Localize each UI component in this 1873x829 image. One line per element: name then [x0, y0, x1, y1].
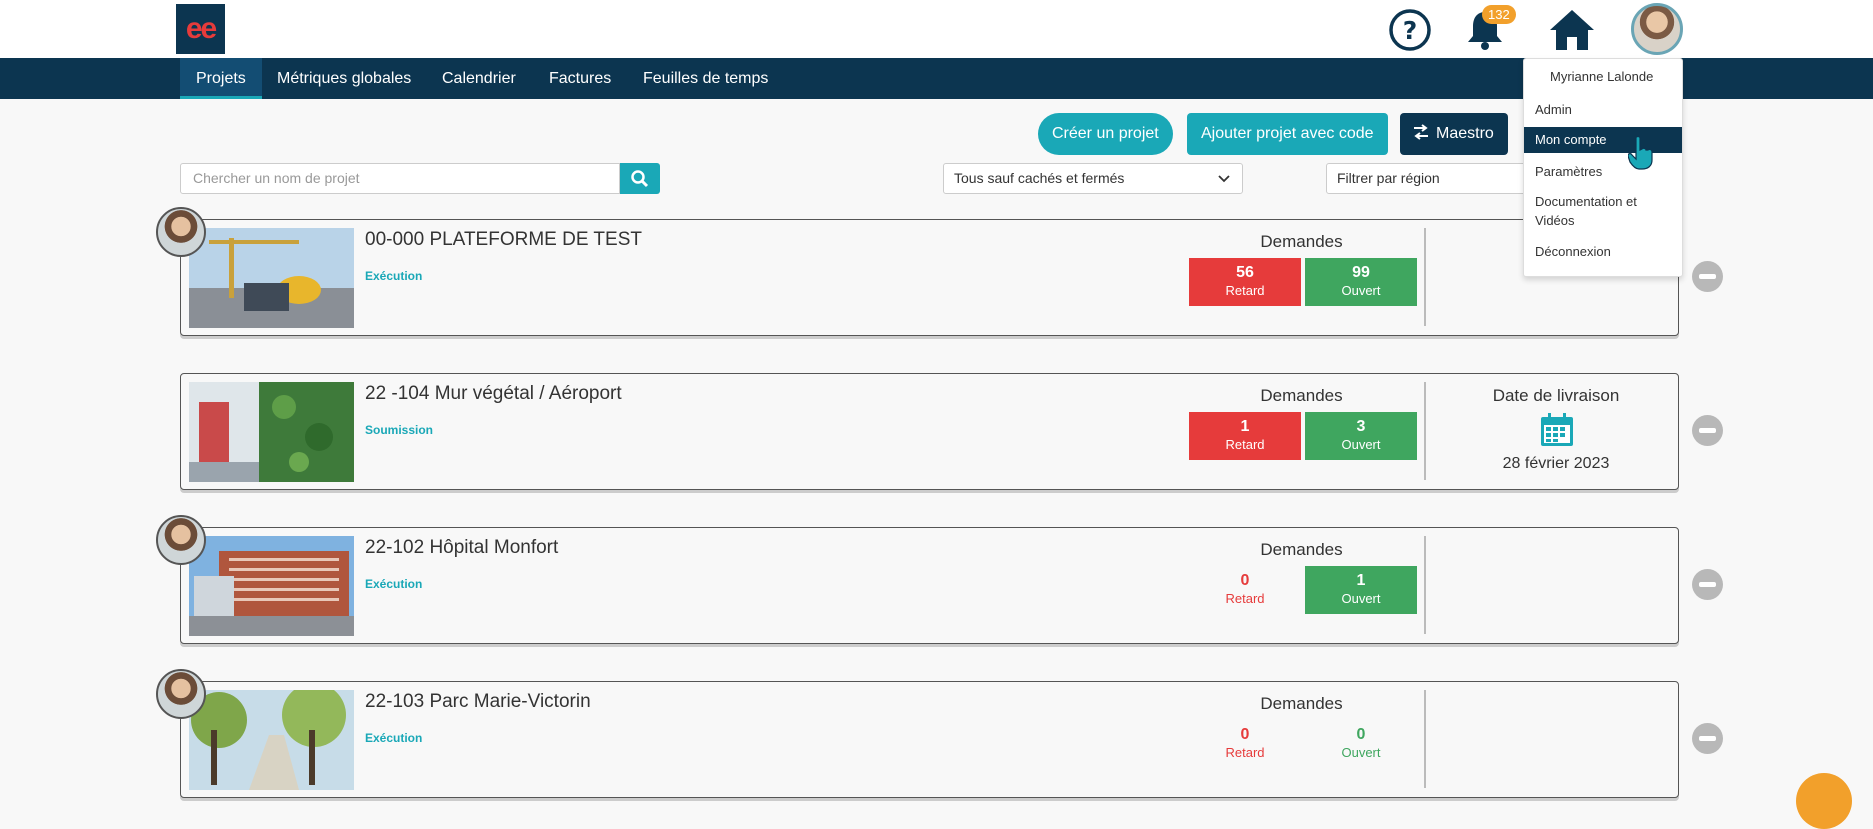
hand-cursor-icon	[1628, 136, 1653, 170]
create-project-button[interactable]: Créer un projet	[1038, 113, 1173, 155]
help-icon[interactable]: ?	[1386, 6, 1434, 54]
support-chat-button[interactable]	[1796, 773, 1852, 829]
chevron-down-icon	[1218, 175, 1230, 183]
project-phase: Exécution	[365, 731, 423, 745]
retard-counter[interactable]: 1 Retard	[1189, 412, 1301, 460]
ouvert-label: Ouvert	[1341, 745, 1381, 760]
status-filter-select[interactable]: Tous sauf cachés et fermés	[943, 163, 1243, 194]
region-filter-value: Filtrer par région	[1337, 170, 1440, 186]
retard-count: 1	[1240, 418, 1250, 435]
menu-item-mon-compte[interactable]: Mon compte	[1524, 127, 1682, 153]
ouvert-count: 0	[1356, 726, 1366, 743]
maestro-button[interactable]: Maestro	[1400, 113, 1508, 155]
project-manager-avatar	[156, 207, 206, 257]
menu-item-videos[interactable]: Vidéos	[1524, 211, 1682, 230]
project-thumbnail	[189, 382, 354, 482]
remove-project-button[interactable]	[1692, 415, 1723, 446]
ouvert-label: Ouvert	[1341, 437, 1381, 452]
retard-count: 0	[1240, 726, 1250, 743]
card-divider	[1424, 536, 1426, 634]
project-card[interactable]: 22 -104 Mur végétal / Aéroport Soumissio…	[180, 373, 1679, 490]
project-title[interactable]: 22 -104 Mur végétal / Aéroport	[365, 383, 622, 405]
project-card[interactable]: 22-102 Hôpital Monfort Exécution Demande…	[180, 527, 1679, 644]
swap-icon	[1414, 124, 1428, 140]
demandes-label: Demandes	[1260, 694, 1343, 713]
delivery-date: 28 février 2023	[1502, 455, 1610, 472]
retard-count: 0	[1240, 572, 1250, 589]
demandes-label: Demandes	[1260, 232, 1343, 251]
retard-counter[interactable]: 56 Retard	[1189, 258, 1301, 306]
app-logo[interactable]: ee	[176, 4, 225, 54]
project-manager-avatar	[156, 515, 206, 565]
status-filter-value: Tous sauf cachés et fermés	[954, 170, 1125, 186]
ouvert-label: Ouvert	[1341, 283, 1381, 298]
nav-feuilles-de-temps[interactable]: Feuilles de temps	[627, 58, 784, 99]
retard-label: Retard	[1225, 283, 1265, 298]
demandes-label: Demandes	[1260, 540, 1343, 559]
retard-label: Retard	[1225, 745, 1265, 760]
project-title[interactable]: 22-102 Hôpital Monfort	[365, 537, 558, 559]
project-search-input[interactable]: Chercher un nom de projet	[180, 163, 620, 194]
card-divider	[1424, 690, 1426, 788]
ouvert-counter[interactable]: 3 Ouvert	[1305, 412, 1417, 460]
maestro-label: Maestro	[1436, 125, 1494, 142]
retard-counter[interactable]: 0 Retard	[1189, 566, 1301, 614]
user-name: Myrianne Lalonde	[1550, 69, 1654, 84]
search-icon	[631, 170, 649, 188]
home-icon[interactable]	[1548, 6, 1596, 54]
search-button[interactable]	[620, 163, 660, 194]
top-bar: ee ? 132	[0, 0, 1873, 58]
region-filter-select[interactable]: Filtrer par région	[1326, 163, 1526, 194]
project-manager-avatar	[156, 669, 206, 719]
delivery-date-label: Date de livraison	[1492, 386, 1620, 405]
menu-item-documentation[interactable]: Documentation et	[1524, 192, 1682, 211]
project-thumbnail	[189, 690, 354, 790]
menu-item-deconnexion[interactable]: Déconnexion	[1524, 242, 1682, 261]
add-project-code-button[interactable]: Ajouter projet avec code	[1187, 113, 1388, 155]
ouvert-counter[interactable]: 0 Ouvert	[1305, 720, 1417, 768]
card-divider	[1424, 228, 1426, 326]
notification-badge: 132	[1482, 5, 1516, 24]
retard-label: Retard	[1225, 437, 1265, 452]
nav-calendrier[interactable]: Calendrier	[426, 58, 532, 99]
user-menu-dropdown: Myrianne Lalonde Admin Mon compte Paramè…	[1523, 58, 1683, 277]
nav-projets[interactable]: Projets	[180, 58, 262, 99]
remove-project-button[interactable]	[1692, 261, 1723, 292]
project-phase: Soumission	[365, 423, 434, 437]
project-title[interactable]: 00-000 PLATEFORME DE TEST	[365, 229, 642, 251]
nav-metriques[interactable]: Métriques globales	[261, 58, 427, 99]
ouvert-count: 99	[1352, 264, 1370, 281]
project-card[interactable]: 22-103 Parc Marie-Victorin Exécution Dem…	[180, 681, 1679, 798]
svg-text:?: ?	[1403, 16, 1418, 45]
nav-factures[interactable]: Factures	[533, 58, 627, 99]
ouvert-count: 1	[1356, 572, 1366, 589]
retard-label: Retard	[1225, 591, 1265, 606]
project-title[interactable]: 22-103 Parc Marie-Victorin	[365, 691, 591, 713]
project-thumbnail	[189, 228, 354, 328]
ouvert-counter[interactable]: 1 Ouvert	[1305, 566, 1417, 614]
retard-count: 56	[1236, 264, 1254, 281]
retard-counter[interactable]: 0 Retard	[1189, 720, 1301, 768]
user-avatar[interactable]	[1631, 3, 1683, 55]
project-phase: Exécution	[365, 269, 423, 283]
logo-text: ee	[185, 12, 217, 45]
project-phase: Exécution	[365, 577, 423, 591]
demandes-label: Demandes	[1260, 386, 1343, 405]
menu-item-parametres[interactable]: Paramètres	[1524, 162, 1682, 181]
ouvert-count: 3	[1356, 418, 1366, 435]
ouvert-label: Ouvert	[1341, 591, 1381, 606]
ouvert-counter[interactable]: 99 Ouvert	[1305, 258, 1417, 306]
remove-project-button[interactable]	[1692, 569, 1723, 600]
card-divider	[1424, 382, 1426, 480]
remove-project-button[interactable]	[1692, 723, 1723, 754]
menu-item-admin[interactable]: Admin	[1524, 100, 1682, 119]
calendar-icon	[1541, 413, 1573, 446]
project-card[interactable]: 00-000 PLATEFORME DE TEST Exécution Dema…	[180, 219, 1679, 336]
project-thumbnail	[189, 536, 354, 636]
